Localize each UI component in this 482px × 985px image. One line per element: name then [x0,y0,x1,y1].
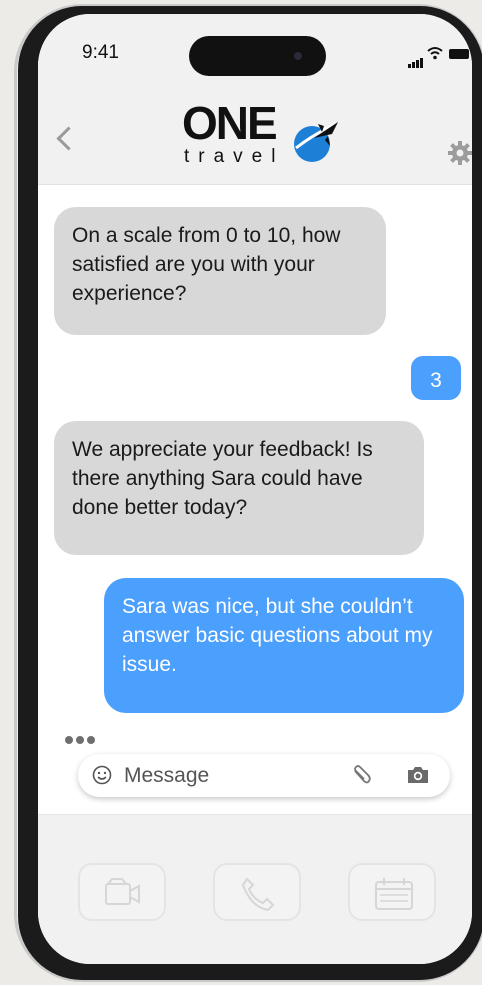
video-call-icon [105,878,140,905]
battery-icon [449,49,469,59]
phone-icon [241,877,275,911]
logo-subword: travel [184,146,285,167]
emoji-icon[interactable] [92,765,112,785]
status-time: 9:41 [82,42,119,63]
logo-word: ONE [182,97,278,149]
bot-message: On a scale from 0 to 10, how satisfied a… [54,207,386,335]
message-input[interactable]: Message [124,764,209,788]
globe-airplane-icon [294,122,338,162]
header-bar: 9:41 ONE travel [38,14,472,185]
one-travel-logo: ONE travel [176,96,376,176]
action-bar [38,815,472,964]
camera-icon[interactable] [406,765,430,785]
front-camera [294,52,302,60]
signal-icon [408,50,424,68]
back-icon[interactable] [56,126,81,151]
attachment-icon[interactable] [350,764,374,788]
calendar-button[interactable] [348,863,436,921]
message-composer[interactable]: Message [78,754,450,797]
wifi-icon [427,47,443,60]
phone-screen: 9:41 ONE travel On a scale from 0 to 10,… [38,14,472,964]
video-call-button[interactable] [78,863,166,921]
user-message: Sara was nice, but she couldn’t answer b… [104,578,464,713]
bot-message: We appreciate your feedback! Is there an… [54,421,424,555]
calendar-icon [375,878,413,910]
settings-gear-icon[interactable] [447,140,472,166]
dynamic-island [189,36,326,76]
typing-indicator-icon [65,731,98,749]
phone-call-button[interactable] [213,863,301,921]
user-message: 3 [411,356,461,400]
